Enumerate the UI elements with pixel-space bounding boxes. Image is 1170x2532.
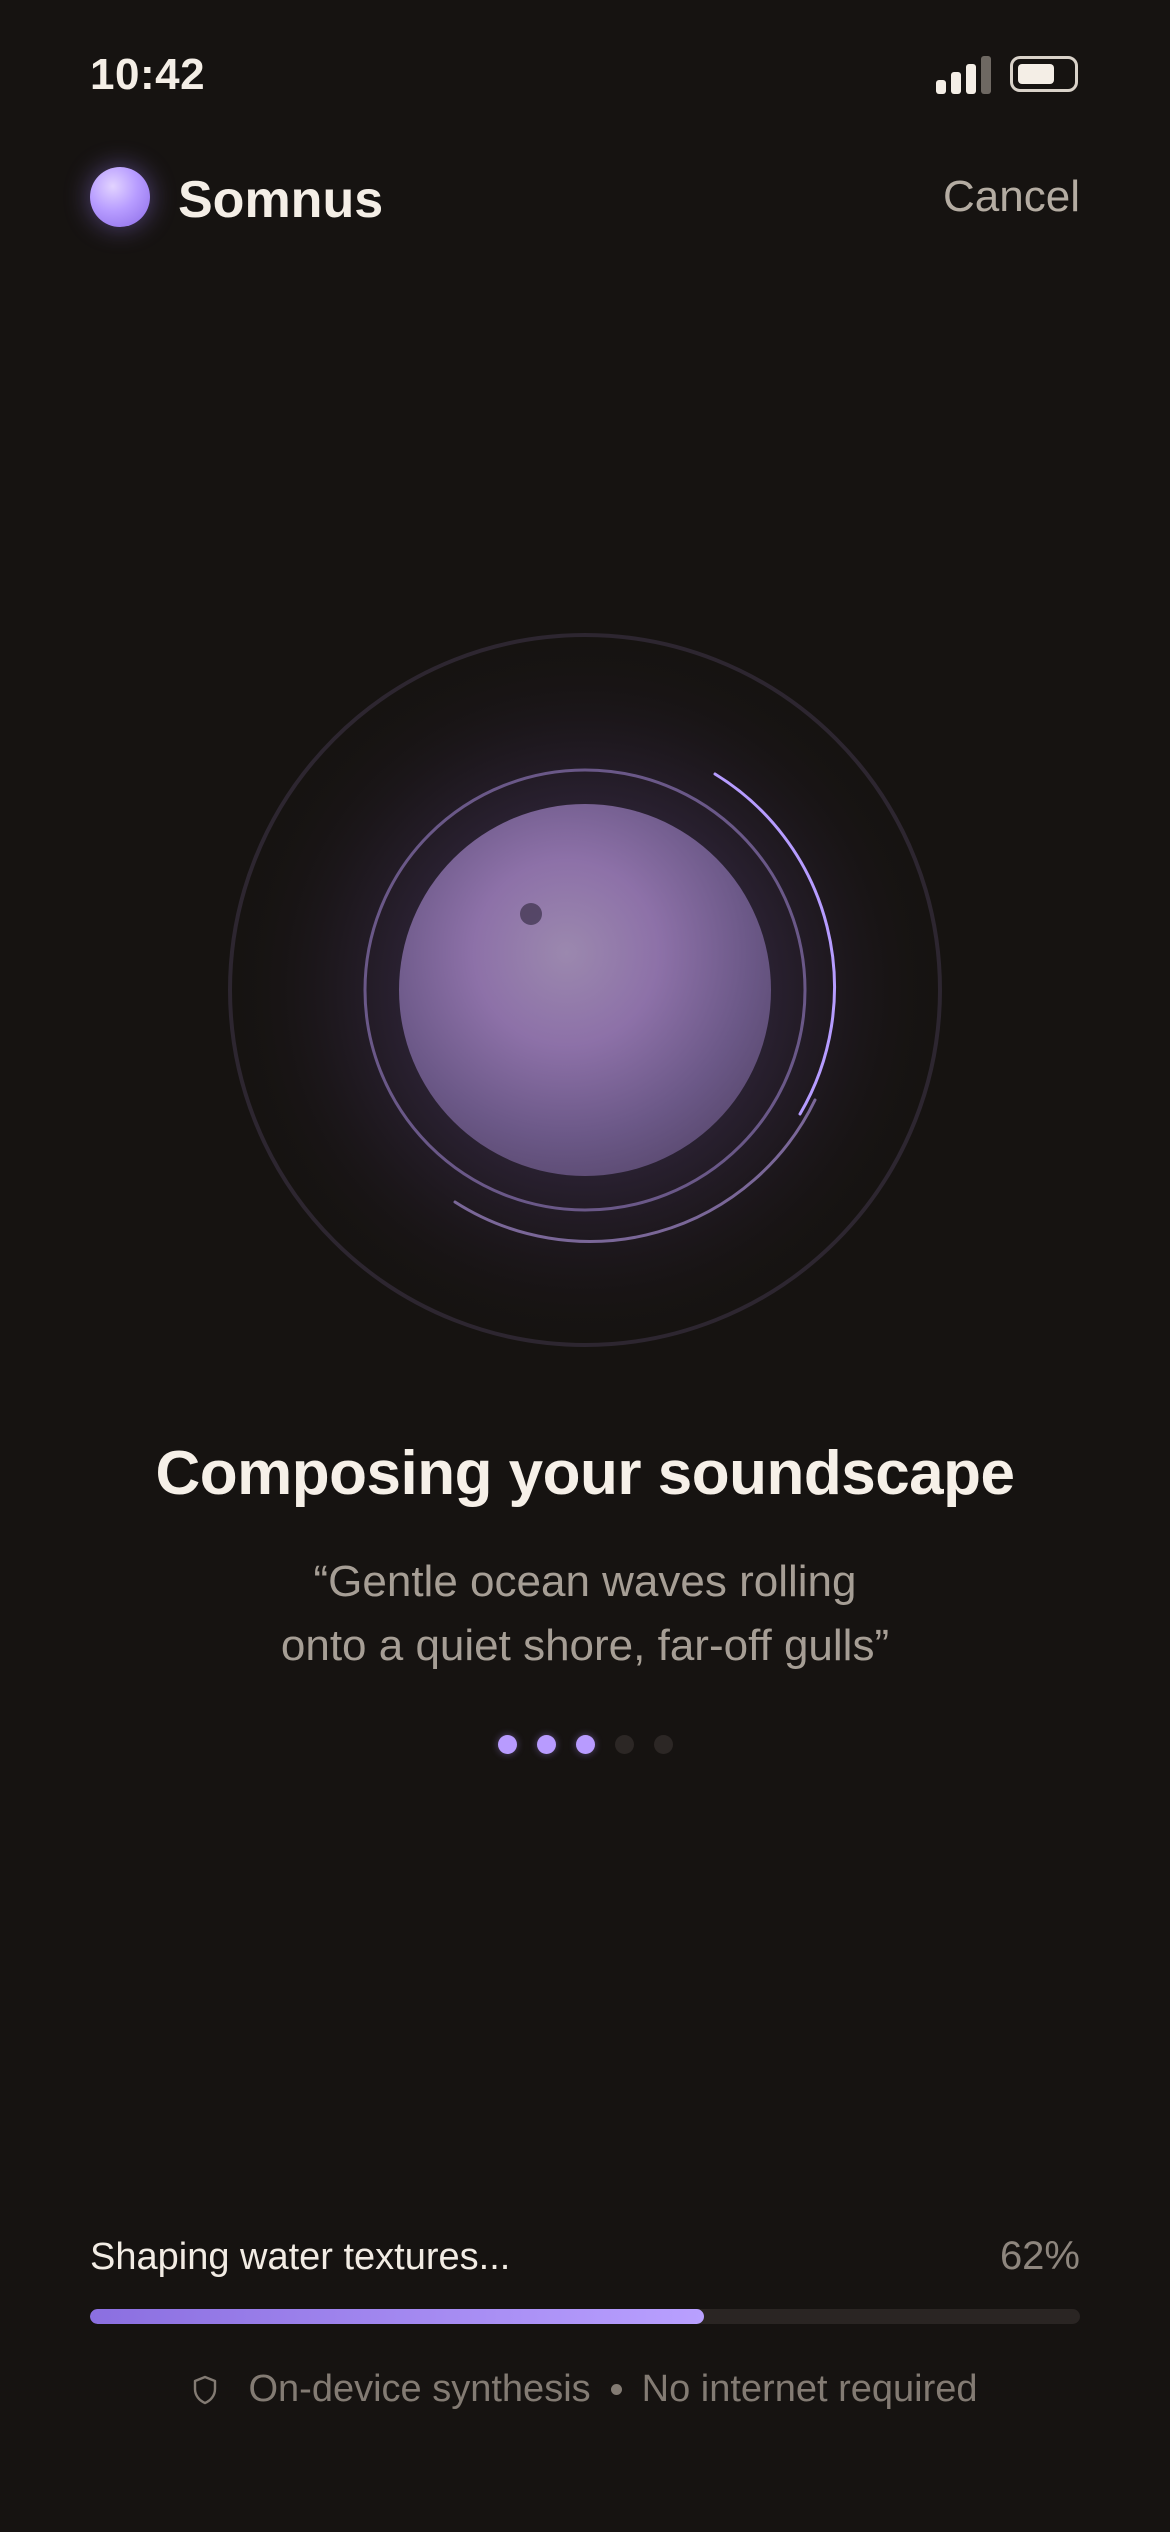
step-dot bbox=[497, 1735, 517, 1754]
step-dot bbox=[614, 1735, 634, 1754]
generation-screen: 10:42 Somnus Cancel Composing your sound… bbox=[0, 0, 1170, 2532]
battery-icon bbox=[1010, 56, 1078, 92]
page-title: Composing your soundscape bbox=[155, 1439, 1015, 1508]
cellular-signal-icon bbox=[936, 56, 992, 94]
progress-status-text: Shaping water textures... bbox=[90, 2236, 511, 2278]
step-dot bbox=[653, 1735, 673, 1754]
status-bar: 10:42 bbox=[0, 0, 1170, 150]
footer-left-text: On-device synthesis bbox=[248, 2368, 591, 2410]
progress-bar bbox=[90, 2309, 1080, 2324]
step-dot bbox=[536, 1735, 556, 1754]
footer-right-text: No internet required bbox=[641, 2368, 978, 2410]
prompt-line-2: onto a quiet shore, far-off gulls” bbox=[280, 1621, 890, 1670]
soundscape-prompt: “Gentle ocean waves rolling onto a quiet… bbox=[0, 1550, 1170, 1678]
progress-bar-fill bbox=[90, 2309, 704, 2324]
orb-logo-icon bbox=[90, 167, 150, 227]
shield-icon bbox=[194, 2375, 217, 2404]
status-time: 10:42 bbox=[90, 50, 206, 99]
separator-dot bbox=[610, 2384, 622, 2395]
prompt-line-1: “Gentle ocean waves rolling bbox=[313, 1557, 857, 1606]
progress-percent: 62% bbox=[999, 2234, 1080, 2278]
app-name: Somnus bbox=[178, 171, 384, 229]
step-indicator bbox=[0, 1735, 1170, 1755]
footer-note: On-device synthesis No internet required bbox=[0, 2368, 1170, 2411]
step-dot bbox=[575, 1735, 595, 1754]
sound-orb-visualizer bbox=[225, 630, 945, 1350]
cancel-button[interactable]: Cancel bbox=[943, 172, 1080, 222]
